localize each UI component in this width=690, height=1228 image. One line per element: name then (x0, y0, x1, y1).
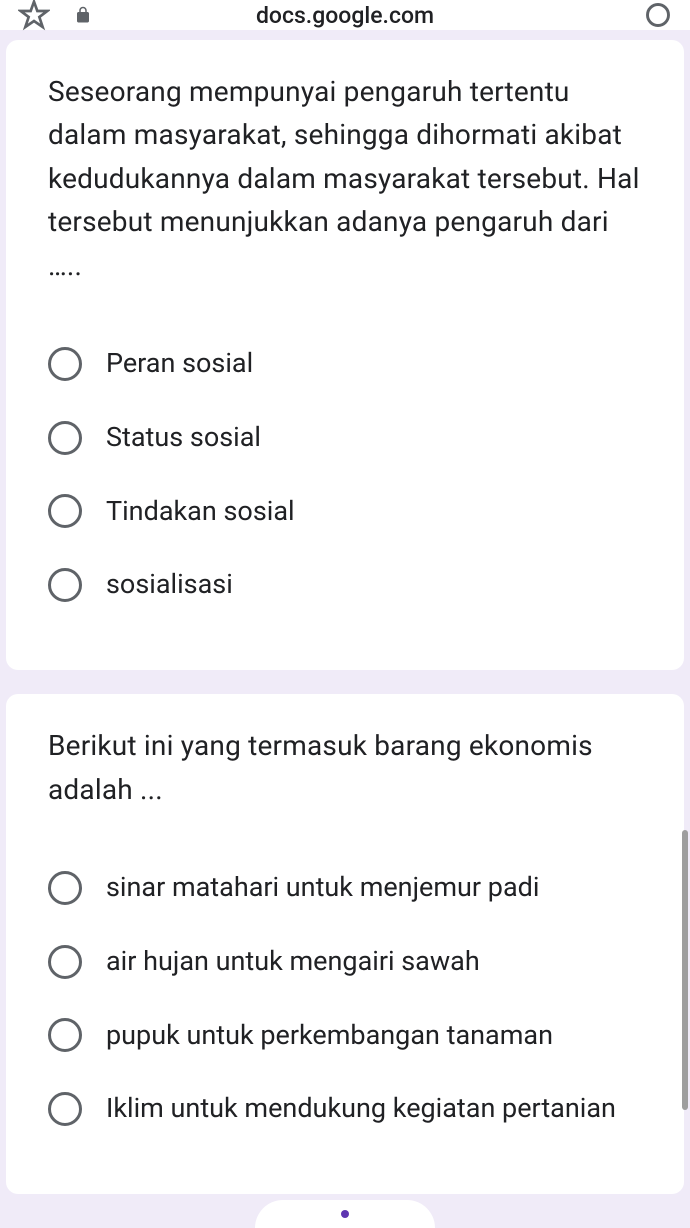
refresh-icon[interactable] (644, 1, 672, 29)
browser-left-controls (18, 0, 92, 31)
radio-button[interactable] (48, 1092, 82, 1126)
browser-bar: docs.google.com (0, 0, 690, 30)
scrollbar[interactable] (682, 830, 688, 1110)
option-label: Iklim untuk mendukung kegiatan pertanian (106, 1090, 616, 1128)
radio-button[interactable] (48, 494, 82, 528)
star-icon[interactable] (18, 0, 50, 31)
radio-button[interactable] (48, 347, 82, 381)
question-text: Seseorang mempunyai pengaruh tertentu da… (48, 70, 642, 287)
indicator-dot (341, 1210, 349, 1218)
radio-button[interactable] (48, 871, 82, 905)
radio-button[interactable] (48, 1018, 82, 1052)
option-label: Peran sosial (106, 345, 253, 383)
option-row[interactable]: pupuk untuk perkembangan tanaman (48, 999, 642, 1073)
question-text: Berikut ini yang termasuk barang ekonomi… (48, 724, 642, 811)
bottom-indicator (255, 1200, 435, 1228)
option-label: Status sosial (106, 419, 261, 457)
option-row[interactable]: Peran sosial (48, 327, 642, 401)
url-text[interactable]: docs.google.com (256, 2, 434, 29)
option-label: air hujan untuk mengairi sawah (106, 943, 480, 981)
content-area: Seseorang mempunyai pengaruh tertentu da… (0, 30, 690, 1194)
option-row[interactable]: air hujan untuk mengairi sawah (48, 925, 642, 999)
radio-button[interactable] (48, 568, 82, 602)
option-label: Tindakan sosial (106, 493, 295, 531)
option-row[interactable]: Status sosial (48, 401, 642, 475)
option-label: sinar matahari untuk menjemur padi (106, 869, 539, 907)
option-label: pupuk untuk perkembangan tanaman (106, 1017, 553, 1055)
option-row[interactable]: sosialisasi (48, 548, 642, 622)
radio-button[interactable] (48, 421, 82, 455)
question-card-2: Berikut ini yang termasuk barang ekonomi… (6, 694, 684, 1194)
option-label: sosialisasi (106, 566, 233, 604)
lock-icon (74, 6, 92, 24)
option-row[interactable]: sinar matahari untuk menjemur padi (48, 851, 642, 925)
option-row[interactable]: Iklim untuk mendukung kegiatan pertanian (48, 1072, 642, 1146)
option-row[interactable]: Tindakan sosial (48, 475, 642, 549)
question-card-1: Seseorang mempunyai pengaruh tertentu da… (6, 40, 684, 670)
radio-button[interactable] (48, 945, 82, 979)
